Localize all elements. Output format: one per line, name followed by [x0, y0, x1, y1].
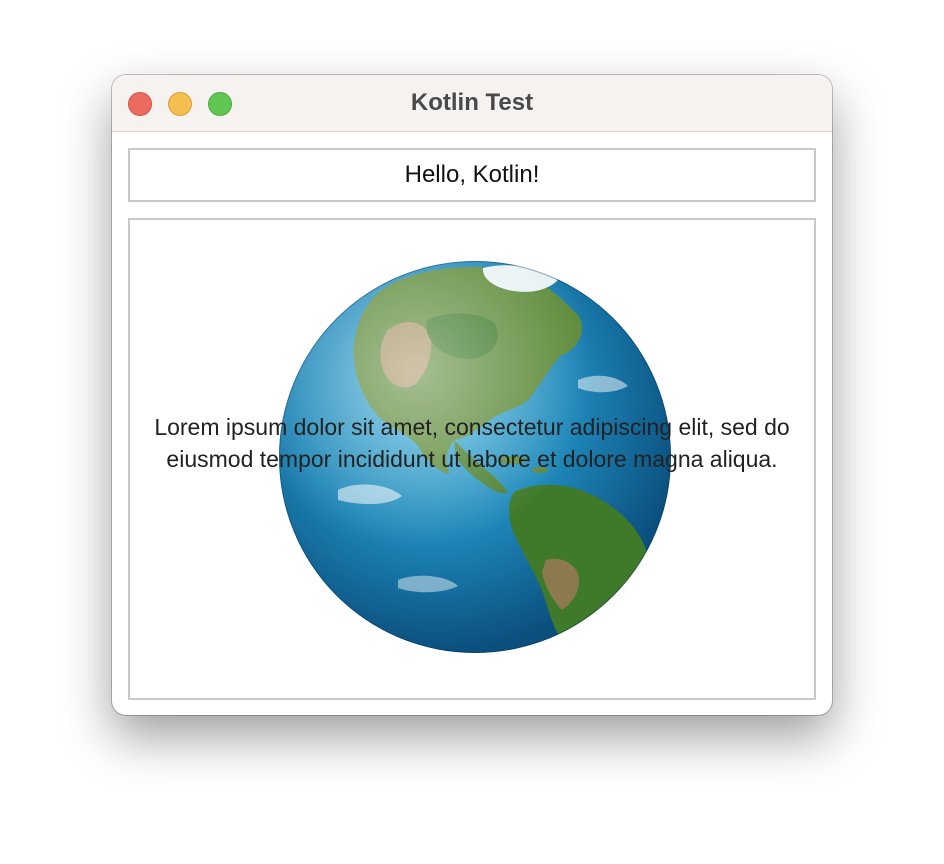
title-bar[interactable]: Kotlin Test: [112, 75, 832, 132]
content-panel: Lorem ipsum dolor sit amet, consectetur …: [128, 218, 816, 700]
app-window: Kotlin Test Hello, Kotlin! Lorem ipsum d…: [112, 75, 832, 715]
overlay-text: Lorem ipsum dolor sit amet, consectetur …: [154, 414, 790, 472]
hello-label: Hello, Kotlin!: [128, 148, 816, 202]
window-title: Kotlin Test: [410, 89, 534, 116]
